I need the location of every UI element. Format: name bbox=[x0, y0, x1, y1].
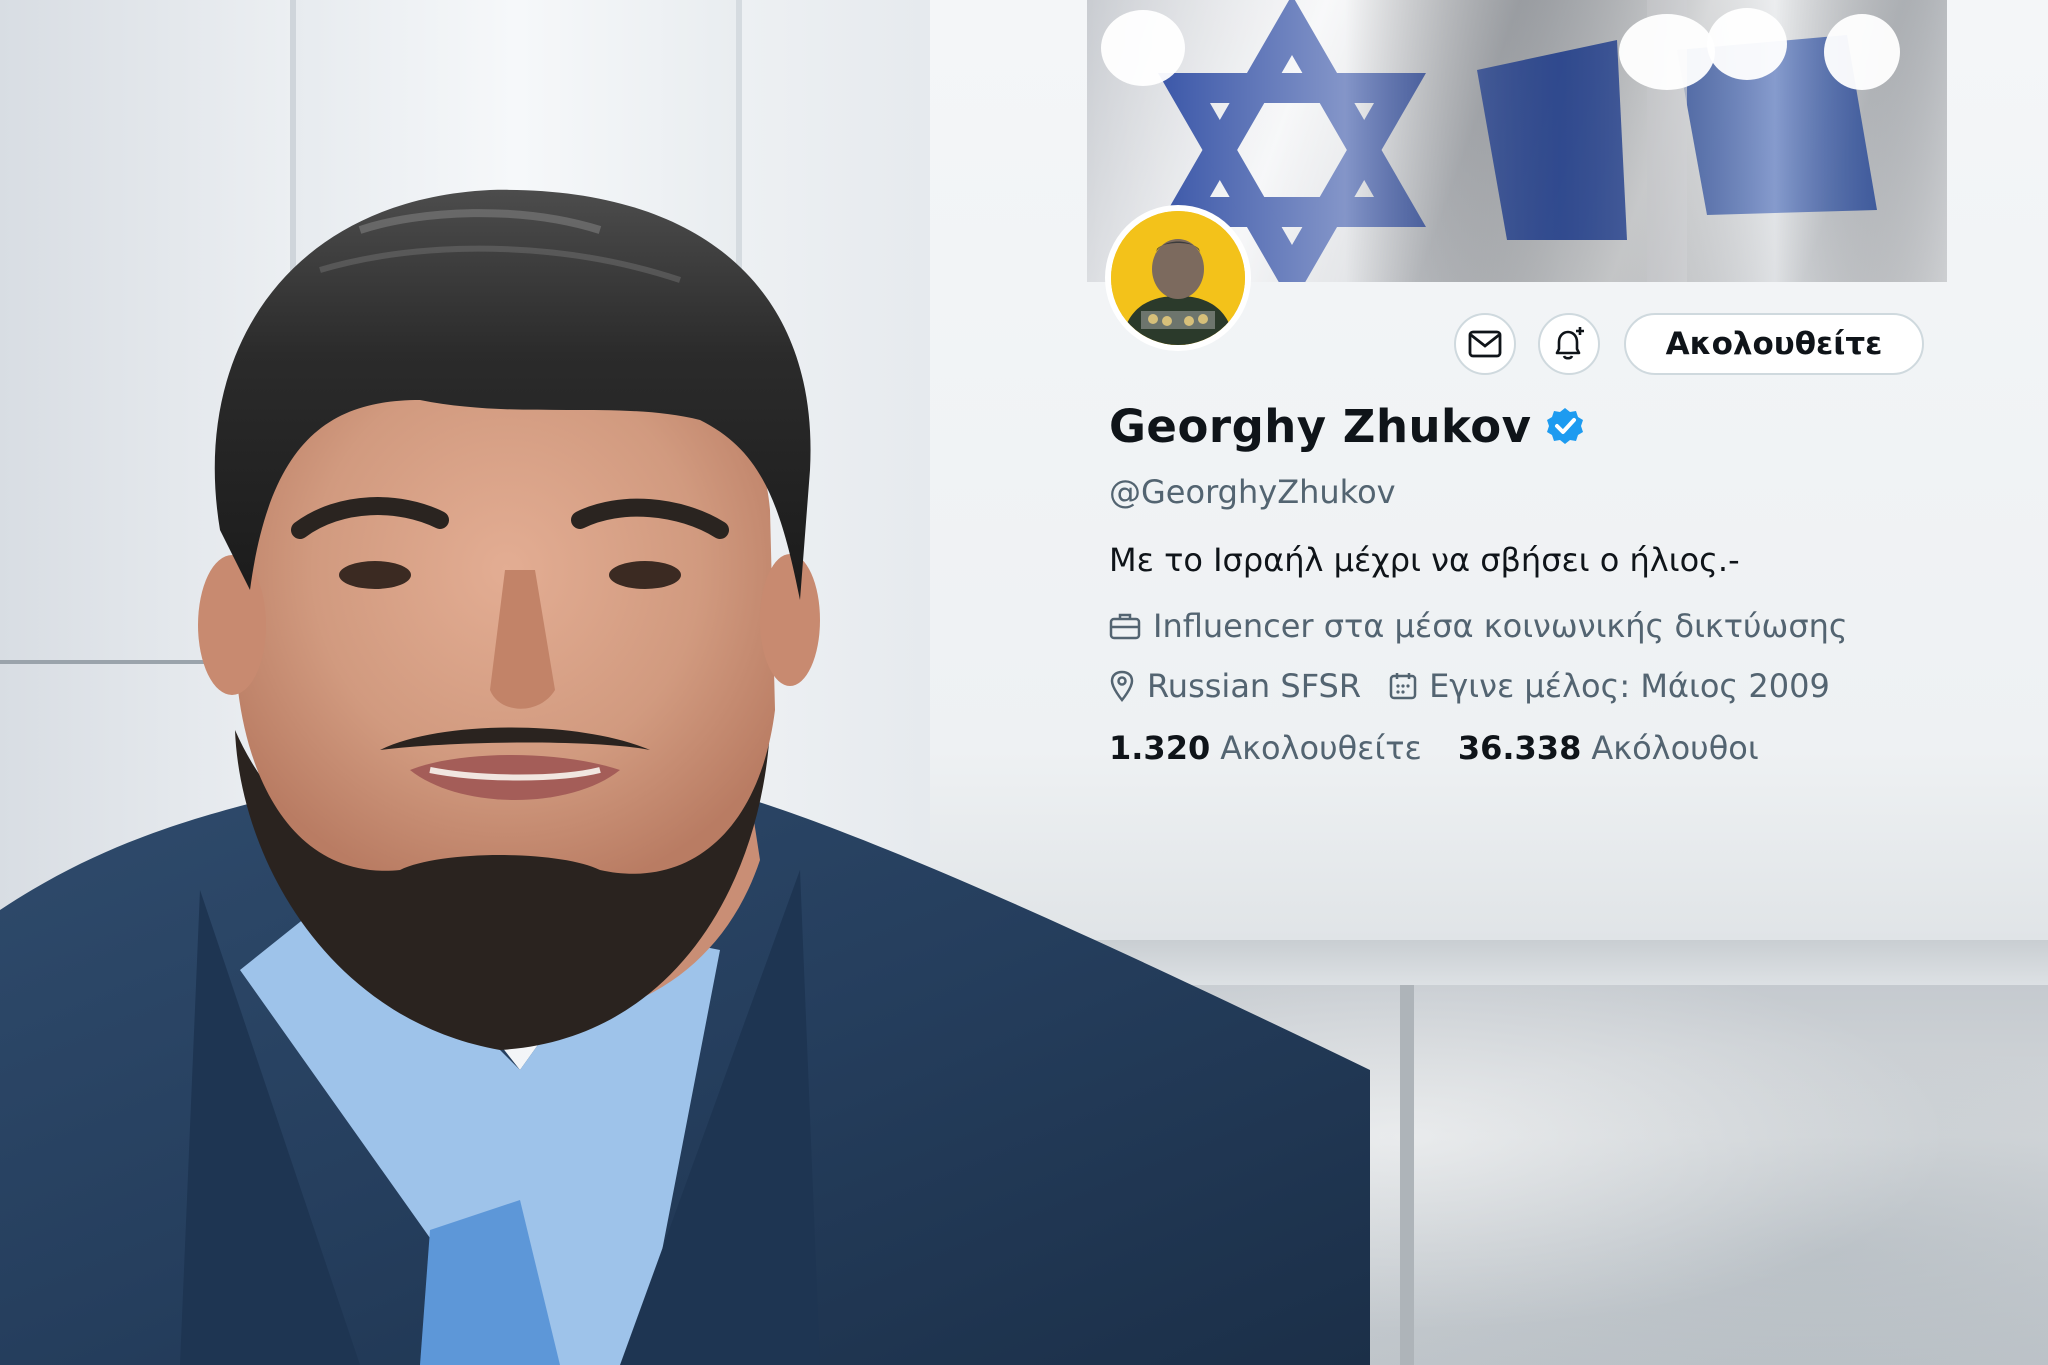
notifications-button[interactable] bbox=[1538, 313, 1600, 375]
following-button[interactable]: Ακολουθείτε bbox=[1624, 313, 1924, 375]
marble-edge bbox=[1400, 985, 1414, 1365]
envelope-icon bbox=[1468, 330, 1502, 358]
profile-bio: Με το Ισραήλ μέχρι να σβήσει ο ήλιος.- bbox=[1109, 541, 1740, 579]
bell-plus-icon bbox=[1555, 327, 1584, 360]
joined-text: Εγινε μέλος: Μάιος 2009 bbox=[1429, 667, 1830, 705]
profile-handle: @GeorghyZhukov bbox=[1109, 473, 1396, 511]
calendar-icon bbox=[1389, 673, 1417, 700]
profile-info: Georghy Zhukov @GeorghyZhukov Με το Ισρα… bbox=[1109, 395, 1949, 768]
location-pin-icon bbox=[1110, 670, 1134, 702]
location-text: Russian SFSR bbox=[1147, 667, 1362, 705]
followers-label[interactable]: Ακόλουθοι bbox=[1591, 729, 1758, 767]
verified-badge-icon bbox=[1547, 408, 1584, 444]
profession-text: Influencer στα μέσα κοινωνικής δικτύωσης bbox=[1153, 607, 1848, 645]
followers-count[interactable]: 36.338 bbox=[1458, 729, 1581, 767]
profile-actions: Ακολουθείτε bbox=[1087, 313, 1947, 377]
following-count[interactable]: 1.320 bbox=[1109, 729, 1210, 767]
following-label[interactable]: Ακολουθείτε bbox=[1220, 729, 1422, 767]
follow-stats: 1.320 Ακολουθείτε 36.338 Ακόλουθοι bbox=[1109, 729, 1949, 767]
x-profile-card: Ακολουθείτε Georghy Zhukov @GeorghyZhuko… bbox=[1087, 0, 1947, 800]
profession-row: Influencer στα μέσα κοινωνικής δικτύωσης bbox=[1109, 607, 1949, 645]
briefcase-icon bbox=[1109, 613, 1141, 640]
name-row: Georghy Zhukov bbox=[1109, 395, 1949, 457]
location-joined-row: Russian SFSR Εγινε μέλος: Μάιος 2009 bbox=[1109, 667, 1949, 705]
message-button[interactable] bbox=[1454, 313, 1516, 375]
display-name: Georghy Zhukov bbox=[1109, 399, 1532, 453]
